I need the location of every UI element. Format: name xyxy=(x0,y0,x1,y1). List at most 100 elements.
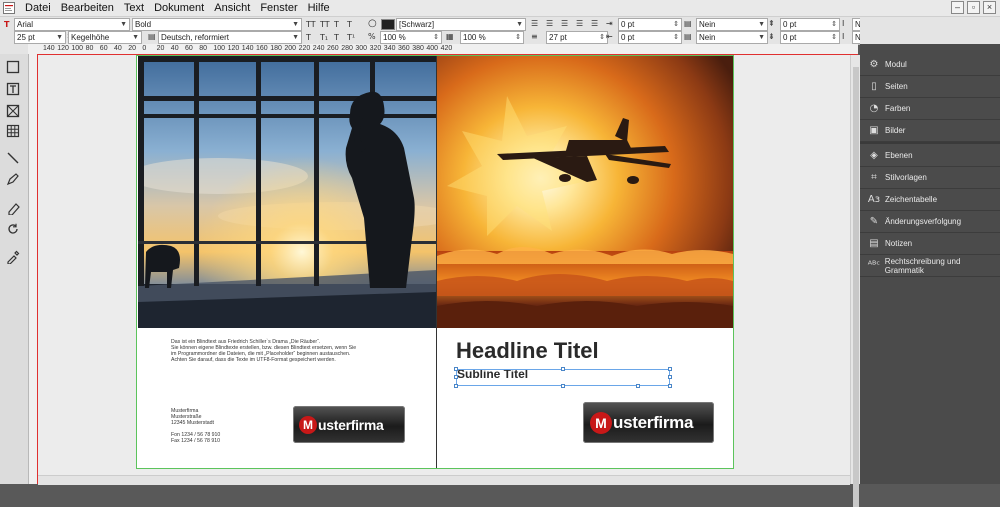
all-caps-button[interactable]: TT xyxy=(320,19,330,30)
logo-text: usterfirma xyxy=(613,412,694,432)
ruler-tick-label: 360 xyxy=(398,45,410,52)
ruler-tick-label: 300 xyxy=(355,45,368,52)
panel-item-label: Ebenen xyxy=(885,151,913,160)
ruler-tick-label: 20 xyxy=(128,45,136,52)
tint-input[interactable]: 100 % ⇕ xyxy=(380,31,442,44)
chevron-down-icon: ▼ xyxy=(758,21,765,28)
space-after-input[interactable]: 0 pt ⇕ xyxy=(780,31,840,44)
space-before-input[interactable]: 0 pt ⇕ xyxy=(780,18,840,31)
subline-title[interactable]: Subline Titel xyxy=(457,367,528,381)
ruler-tick-label: 40 xyxy=(114,45,122,52)
align-center-icon[interactable]: ☰ xyxy=(546,18,553,29)
leading-select[interactable]: Kegelhöhe ▼ xyxy=(68,31,142,44)
ruler-tick-label: 40 xyxy=(170,45,179,52)
panel-item-bilder[interactable]: ▣ Bilder xyxy=(860,120,1000,142)
menu-dokument[interactable]: Dokument xyxy=(149,2,209,14)
text-frame-icon[interactable] xyxy=(4,80,22,98)
color-swatch[interactable] xyxy=(381,19,395,30)
panel-item-ebenen[interactable]: ◈ Ebenen xyxy=(860,145,1000,167)
headline-title[interactable]: Headline Titel xyxy=(456,338,599,364)
chevron-down-icon: ▼ xyxy=(292,21,299,28)
selection-handle[interactable] xyxy=(561,367,565,371)
scrollbar-thumb[interactable] xyxy=(853,67,859,507)
dropcap-select[interactable]: Nein ▼ xyxy=(696,18,768,31)
font-style-select[interactable]: Bold ▼ xyxy=(132,18,302,31)
font-family-select[interactable]: Arial ▼ xyxy=(14,18,130,31)
menu-hilfe[interactable]: Hilfe xyxy=(303,2,335,14)
charmap-icon: Aз xyxy=(867,193,881,205)
align-right-icon[interactable]: ☰ xyxy=(561,18,568,29)
table-icon[interactable] xyxy=(4,122,22,140)
image-frame-icon[interactable] xyxy=(4,102,22,120)
panel-item-zeichentabelle[interactable]: Aз Zeichentabelle xyxy=(860,189,1000,211)
eyedropper-icon[interactable] xyxy=(4,248,22,266)
opacity-input[interactable]: 100 % ⇕ xyxy=(460,31,524,44)
panel-item-stilvorlagen[interactable]: ⌗ Stilvorlagen xyxy=(860,167,1000,189)
side-panel: ⚙ Modul ▯ Seiten ◔ Farben ▣ Bilder ◈ Ebenen ⌗ Stilv… xyxy=(860,44,1000,484)
close-icon[interactable]: × xyxy=(983,1,996,14)
rotate-icon[interactable] xyxy=(4,220,22,238)
hyphen2-icon: Ⅰ xyxy=(842,32,845,41)
panel-item-rechtschreibung-und-grammatik[interactable]: ᴬᴮᶜ Rechtschreibung und Grammatik xyxy=(860,255,1000,277)
logo-m-badge: M xyxy=(299,415,317,434)
horizontal-ruler[interactable]: 140 120 100 80 60 40 20 0 20 40 60 80 100 120 140 160 18… xyxy=(28,44,858,55)
indent-left-input[interactable]: 0 pt ⇕ xyxy=(618,18,682,31)
panel-item-seiten[interactable]: ▯ Seiten xyxy=(860,76,1000,98)
justify-all-icon[interactable]: ☰ xyxy=(591,18,598,29)
ruler-tick-label: 0 xyxy=(142,45,147,52)
restore-icon[interactable]: ▫ xyxy=(967,1,980,14)
menu-ansicht[interactable]: Ansicht xyxy=(209,2,255,14)
company-logo-right[interactable]: M usterfirma xyxy=(583,402,714,443)
superscript-button[interactable]: T¹ xyxy=(347,32,355,43)
selection-handle[interactable] xyxy=(454,367,458,371)
hyphen-icon: Ⅰ xyxy=(842,19,845,28)
menu-bearbeiten[interactable]: Bearbeiten xyxy=(56,2,119,14)
selection-handle[interactable] xyxy=(668,375,672,379)
baseline-input[interactable]: 27 pt ⇕ xyxy=(546,31,608,44)
address-text-frame[interactable]: Musterfirma Musterstraße 12345 Mustersta… xyxy=(171,408,220,444)
selection-handle[interactable] xyxy=(561,384,565,388)
panel-item-modul[interactable]: ⚙ Modul xyxy=(860,54,1000,76)
small-caps-button[interactable]: TT xyxy=(306,19,316,30)
eraser-icon[interactable] xyxy=(4,199,22,217)
businessman-window-image[interactable] xyxy=(138,56,436,328)
selection-handle[interactable] xyxy=(668,384,672,388)
justify-icon[interactable]: ☰ xyxy=(576,18,583,29)
align-left-icon[interactable]: ☰ xyxy=(531,18,538,29)
selection-handle[interactable] xyxy=(636,384,640,388)
selection-handle[interactable] xyxy=(454,384,458,388)
vertical-ruler[interactable] xyxy=(28,54,38,484)
underline-button[interactable]: T xyxy=(306,32,311,43)
line-icon[interactable] xyxy=(4,149,22,167)
pen-icon[interactable] xyxy=(4,170,22,188)
menu-text[interactable]: Text xyxy=(119,2,149,14)
selection-handle[interactable] xyxy=(668,367,672,371)
tracking-button[interactable]: T xyxy=(334,19,339,30)
panel-item-farben[interactable]: ◔ Farben xyxy=(860,98,1000,120)
language-select[interactable]: Deutsch, reformiert ▼ xyxy=(158,31,302,44)
panel-item-änderungsverfolgung[interactable]: ✎ Änderungsverfolgung xyxy=(860,211,1000,233)
font-size-select[interactable]: 25 pt ▼ xyxy=(14,31,66,44)
menu-fenster[interactable]: Fenster xyxy=(255,2,302,14)
body-text-frame[interactable]: Das ist ein Blindtext aus Friedrich Schi… xyxy=(171,339,416,363)
dropcap2-select[interactable]: Nein ▼ xyxy=(696,31,768,44)
notes-icon: ▤ xyxy=(869,237,879,249)
indent-right-input[interactable]: 0 pt ⇕ xyxy=(618,31,682,44)
ruler-tick-label: 120 xyxy=(57,45,69,52)
minimize-icon[interactable]: – xyxy=(951,1,964,14)
ruler-tick-label: 140 xyxy=(43,45,55,52)
businessman-window-graphic xyxy=(138,56,436,328)
color-circle-icon: ○ xyxy=(368,18,377,29)
kerning-button[interactable]: T xyxy=(347,19,352,30)
airplane-sunset-image[interactable] xyxy=(437,56,733,328)
strike-button[interactable]: T xyxy=(334,32,339,43)
company-logo[interactable]: M usterfirma xyxy=(293,406,405,443)
selection-handle[interactable] xyxy=(454,375,458,379)
align-baseline-icon[interactable]: ≡ xyxy=(531,31,538,42)
rectangle-frame-icon[interactable] xyxy=(4,58,22,76)
subscript-button[interactable]: T₁ xyxy=(320,32,328,43)
color-select[interactable]: [Schwarz] ▼ xyxy=(396,18,526,31)
menu-datei[interactable]: Datei xyxy=(20,2,56,14)
panel-item-notizen[interactable]: ▤ Notizen xyxy=(860,233,1000,255)
language-value: Deutsch, reformiert xyxy=(161,33,230,42)
